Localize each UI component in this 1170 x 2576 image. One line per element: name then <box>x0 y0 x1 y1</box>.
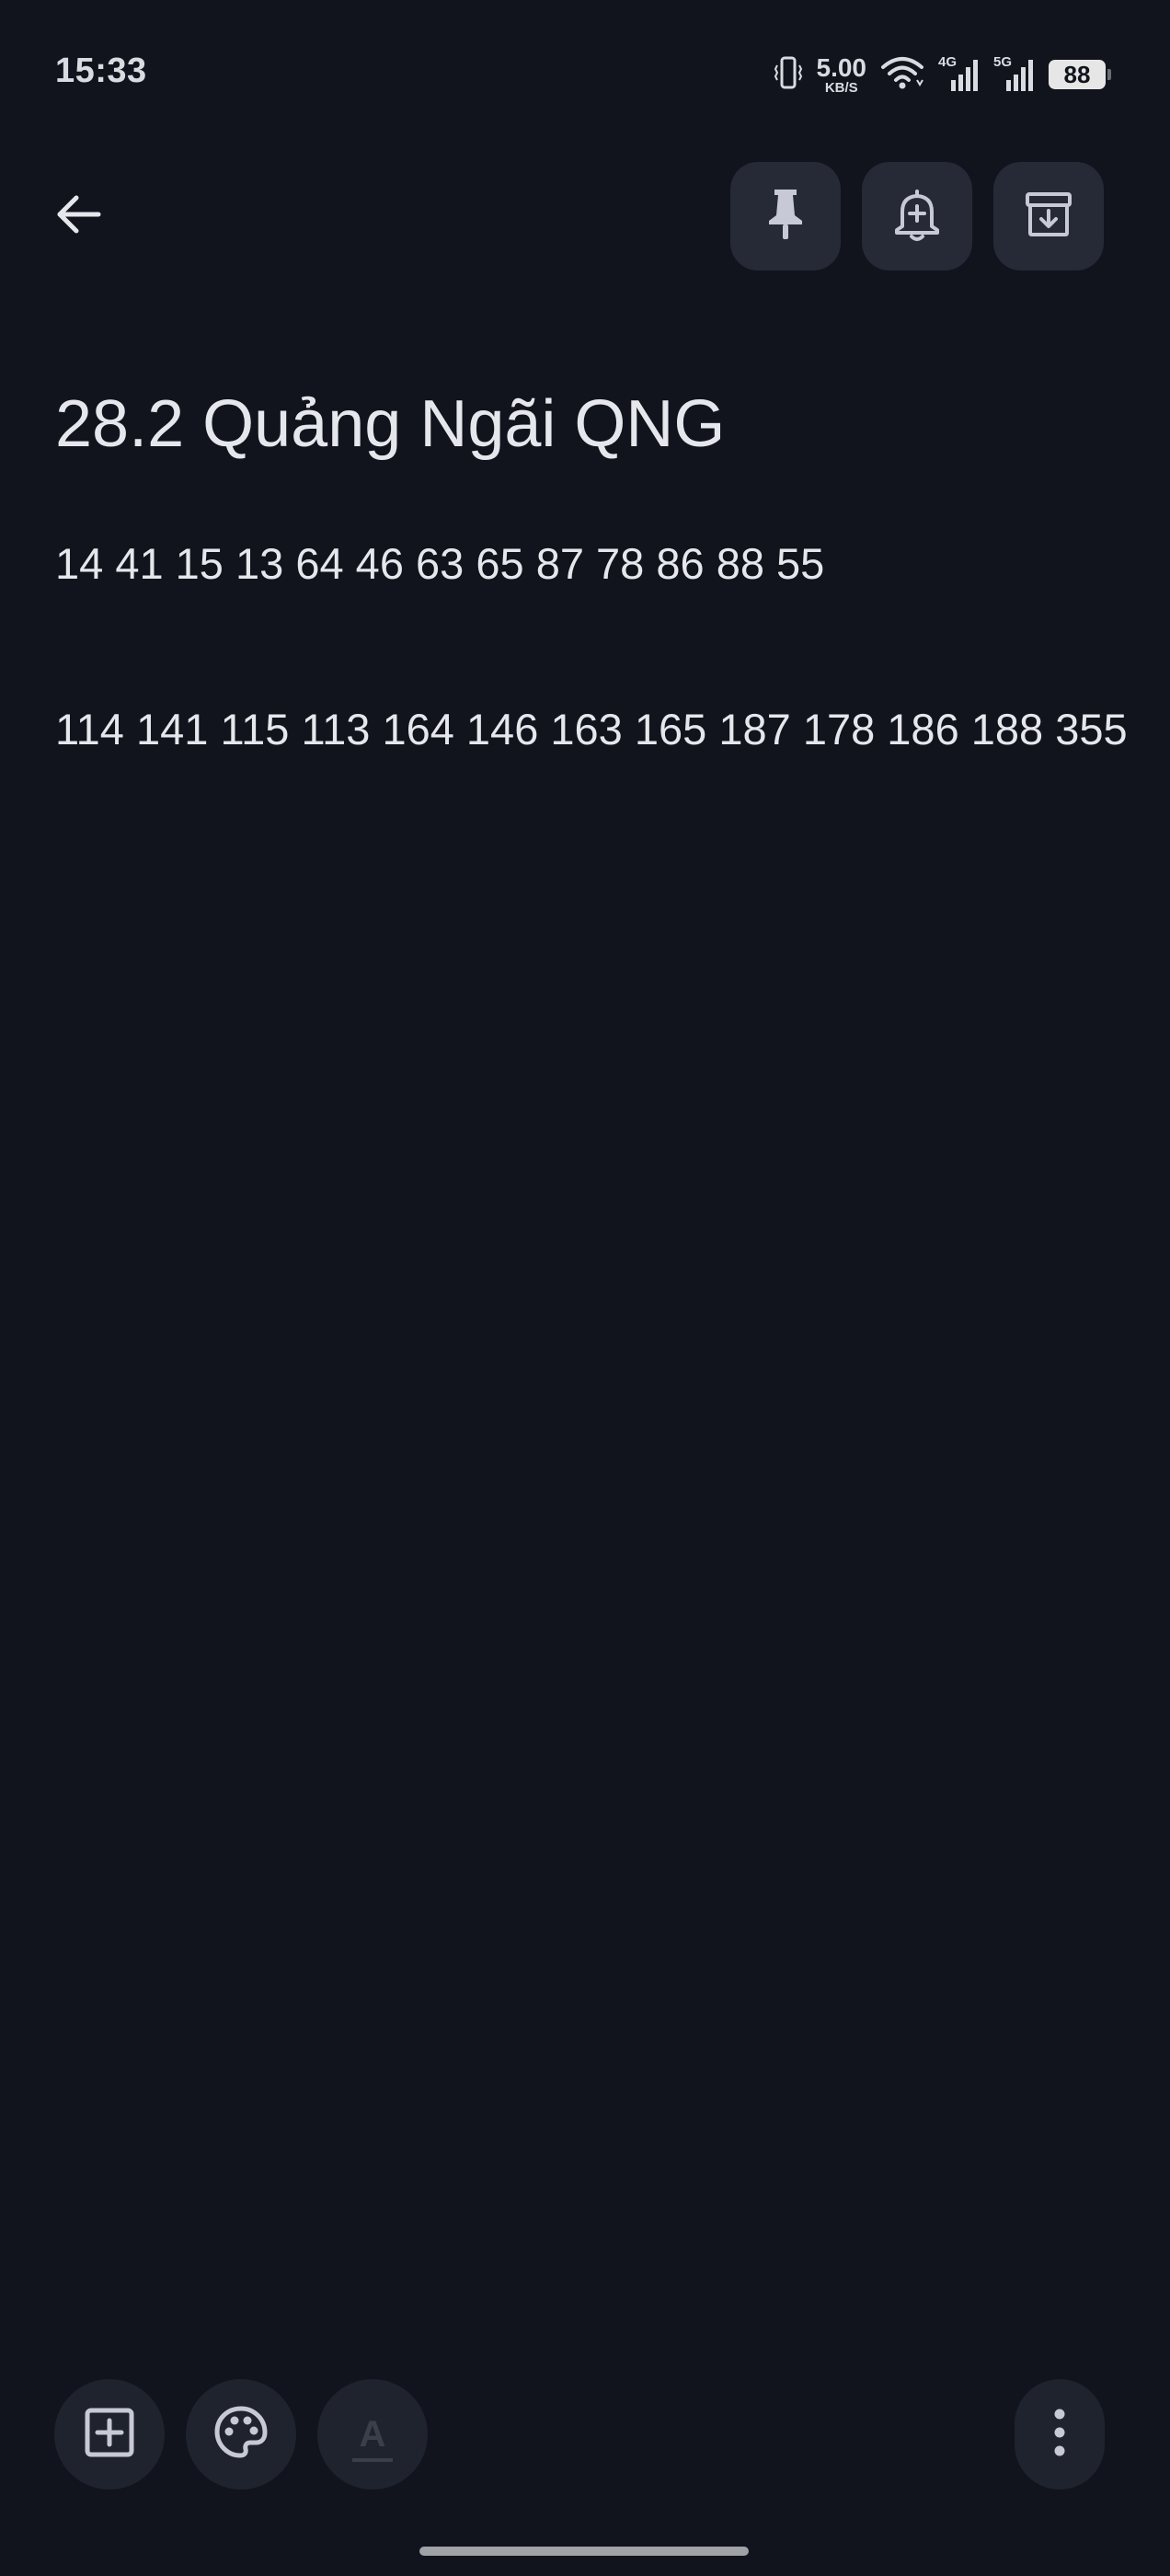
battery-level: 88 <box>1063 60 1091 88</box>
note-title[interactable]: 28.2 Quảng Ngãi QNG <box>55 386 725 462</box>
pin-icon <box>763 186 808 247</box>
archive-button[interactable] <box>993 162 1104 270</box>
home-indicator[interactable] <box>419 2547 749 2556</box>
status-time: 15:33 <box>55 52 147 90</box>
battery-icon: 88 <box>1049 60 1111 89</box>
wifi-icon <box>879 54 925 96</box>
speed-value: 5.00 <box>816 52 867 82</box>
note-body-line[interactable]: 14 41 15 13 64 46 63 65 87 78 86 88 55 <box>55 538 824 589</box>
signal-5g-icon: 5G <box>993 54 1036 93</box>
archive-icon <box>1023 189 1074 245</box>
network-speed: 5.00 KB/S <box>816 52 867 96</box>
more-options-button[interactable] <box>1015 2379 1105 2490</box>
pin-button[interactable] <box>730 162 841 270</box>
text-format-icon: A <box>351 2414 394 2462</box>
status-icons: 5.00 KB/S 4G 5G 88 <box>773 52 1111 98</box>
color-palette-button[interactable] <box>186 2379 296 2490</box>
add-content-button[interactable] <box>54 2379 165 2490</box>
note-body-line[interactable]: 114 141 115 113 164 146 163 165 187 178 … <box>55 704 1128 754</box>
add-reminder-icon <box>891 186 943 247</box>
more-vert-icon <box>1050 2407 1069 2463</box>
signal-4g-icon: 4G <box>938 54 981 93</box>
reminder-button[interactable] <box>862 162 972 270</box>
palette-icon <box>212 2404 270 2466</box>
text-format-button[interactable]: A <box>317 2379 428 2490</box>
back-button[interactable] <box>40 175 114 258</box>
arrow-back-icon <box>52 190 102 244</box>
add-box-icon <box>83 2406 136 2464</box>
speed-unit: KB/S <box>824 79 858 96</box>
status-bar: 15:33 5.00 KB/S 4G 5G 88 <box>0 0 1170 147</box>
vibrate-icon <box>773 54 804 96</box>
